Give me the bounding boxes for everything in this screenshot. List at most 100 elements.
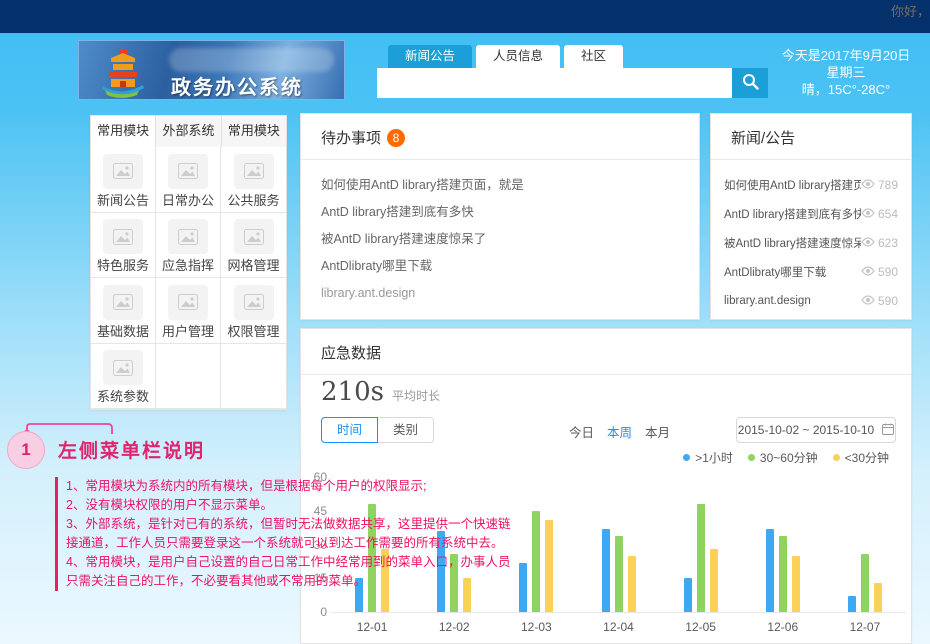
image-placeholder-icon — [103, 219, 143, 254]
image-placeholder-icon — [234, 154, 274, 189]
views-number: 623 — [878, 236, 898, 250]
annotation-note-0: 1、常用模块为系统内的所有模块，但是根据每个用户的权限显示; — [66, 477, 520, 496]
image-placeholder-icon — [168, 285, 208, 320]
app-window: 你好， 政务办公系统 新闻公告人员信息社区 — [0, 0, 930, 644]
eye-icon — [861, 265, 875, 279]
sidebar-module-label: 基础数据 — [97, 324, 149, 340]
chart-x-axis — [331, 612, 906, 613]
sidebar-tab-bar: 常用模块外部系统常用模块 — [91, 116, 286, 147]
search-icon — [742, 73, 759, 93]
image-placeholder-icon — [103, 285, 143, 320]
sidebar-module-label: 应急指挥 — [162, 258, 214, 274]
news-item-4[interactable]: library.ant.design 590 — [724, 286, 898, 315]
eye-icon — [861, 178, 875, 192]
bar-series0-12-04 — [602, 529, 610, 612]
header-tab-1[interactable]: 人员信息 — [476, 45, 560, 68]
sidebar-module-7[interactable]: 用户管理 — [156, 278, 221, 344]
bar-series0-12-05 — [684, 578, 692, 612]
news-view-count: 590 — [861, 294, 898, 308]
sidebar-module-0[interactable]: 新闻公告 — [91, 147, 156, 213]
sidebar-module-label: 用户管理 — [162, 324, 214, 340]
annotation-title: 左侧菜单栏说明 — [58, 436, 205, 463]
sidebar-module-6[interactable]: 基础数据 — [91, 278, 156, 344]
weather-line: 晴，15C°-28C° — [770, 81, 922, 98]
bar-series0-12-07 — [848, 596, 856, 612]
news-item-0[interactable]: 如何使用AntD library搭建页面789 — [724, 170, 898, 199]
x-tick-label: 12-06 — [753, 620, 813, 634]
news-item-1[interactable]: AntD library搭建到底有多快654 — [724, 199, 898, 228]
todo-count-badge: 8 — [387, 129, 405, 147]
views-number: 590 — [878, 265, 898, 279]
todo-item-1[interactable]: AntD library搭建到底有多快 — [321, 199, 679, 226]
news-view-count: 590 — [861, 265, 898, 279]
annotation-note-1: 2、没有模块权限的用户不显示菜单。 — [66, 496, 520, 515]
news-item-title: library.ant.design — [724, 295, 811, 307]
date-weather-info: 今天是2017年9月20日 星期三 晴，15C°-28C° — [770, 47, 922, 98]
y-tick-label: 0 — [301, 605, 327, 619]
logo-banner[interactable]: 政务办公系统 — [78, 40, 345, 100]
sidebar-modules-card: 常用模块外部系统常用模块 新闻公告日常办公公共服务特色服务应急指挥网格管理基础数… — [90, 115, 287, 410]
views-number: 654 — [878, 207, 898, 221]
todo-header: 待办事项 8 — [301, 114, 699, 160]
top-navbar: 你好， — [0, 0, 930, 33]
news-view-count: 623 — [861, 236, 898, 250]
sidebar-module-4[interactable]: 应急指挥 — [156, 213, 221, 279]
news-view-count: 654 — [861, 207, 898, 221]
image-placeholder-icon — [103, 350, 143, 385]
date-line: 今天是2017年9月20日 — [770, 47, 922, 64]
sidebar-module-label: 公共服务 — [227, 193, 279, 209]
news-item-title: AntDlibraty哪里下载 — [724, 264, 826, 280]
annotation-note-3: 4、常用模块，是用户自己设置的自己日常工作中经常用到的菜单入口，办事人员只需关注… — [66, 553, 520, 591]
news-item-3[interactable]: AntDlibraty哪里下载 590 — [724, 257, 898, 286]
app-title: 政务办公系统 — [171, 71, 303, 100]
todo-item-0[interactable]: 如何使用AntD library搭建页面，就是 — [321, 172, 679, 199]
news-title: 新闻/公告 — [731, 130, 795, 147]
header-tab-2[interactable]: 社区 — [564, 45, 623, 68]
views-number: 590 — [878, 294, 898, 308]
sidebar-module-label: 日常办公 — [162, 193, 214, 209]
x-tick-label: 12-04 — [589, 620, 649, 634]
sidebar-tab-0[interactable]: 常用模块 — [91, 116, 156, 147]
sidebar-module-grid: 新闻公告日常办公公共服务特色服务应急指挥网格管理基础数据用户管理权限管理系统参数 — [91, 147, 286, 409]
sidebar-module-3[interactable]: 特色服务 — [91, 213, 156, 279]
sidebar-module-1[interactable]: 日常办公 — [156, 147, 221, 213]
todo-card: 待办事项 8 如何使用AntD library搭建页面，就是AntD librar… — [300, 113, 700, 320]
todo-item-2[interactable]: 被AntD library搭建速度惊呆了 — [321, 226, 679, 253]
sidebar-module-label: 网格管理 — [227, 258, 279, 274]
sidebar-module-9[interactable]: 系统参数 — [91, 344, 156, 410]
search-bar — [377, 68, 768, 98]
todo-list: 如何使用AntD library搭建页面，就是AntD library搭建到底有… — [301, 160, 699, 319]
image-placeholder-icon — [168, 154, 208, 189]
annotation-number-circle: 1 — [7, 431, 45, 469]
sidebar-tab-1[interactable]: 外部系统 — [156, 116, 221, 147]
eye-icon — [861, 236, 875, 250]
x-tick-label: 12-07 — [835, 620, 895, 634]
todo-title: 待办事项 — [321, 130, 381, 147]
sidebar-module-8[interactable]: 权限管理 — [221, 278, 286, 344]
bar-series0-12-03 — [519, 563, 527, 613]
search-button[interactable] — [732, 68, 768, 98]
gov-building-icon — [95, 46, 147, 100]
sidebar-module-2[interactable]: 公共服务 — [221, 147, 286, 213]
header-tab-0[interactable]: 新闻公告 — [388, 45, 472, 68]
x-tick-label: 12-03 — [506, 620, 566, 634]
search-input[interactable] — [377, 68, 732, 98]
todo-item-3[interactable]: AntDlibraty哪里下载 — [321, 253, 679, 280]
news-view-count: 789 — [861, 178, 898, 192]
redacted-text-blur — [169, 48, 334, 72]
bar-series1-12-04 — [615, 536, 623, 613]
bar-series1-12-07 — [861, 554, 869, 613]
news-list: 如何使用AntD library搭建页面789AntD library搭建到底有… — [711, 160, 911, 325]
annotation-note-2: 3、外部系统，是针对已有的系统，但暂时无法做数据共享，这里提供一个快速链接通道，… — [66, 515, 520, 553]
annotation-notes: 1、常用模块为系统内的所有模块，但是根据每个用户的权限显示;2、没有模块权限的用… — [55, 477, 520, 591]
bar-series2-12-07 — [874, 583, 882, 612]
news-item-2[interactable]: 被AntD library搭建速度惊呆了623 — [724, 228, 898, 257]
news-header: 新闻/公告 — [711, 114, 911, 160]
image-placeholder-icon — [168, 219, 208, 254]
sidebar-tab-2[interactable]: 常用模块 — [222, 116, 286, 147]
todo-item-4[interactable]: library.ant.design — [321, 280, 679, 307]
bar-series2-12-03 — [545, 520, 553, 612]
user-greeting: 你好， — [891, 1, 930, 20]
views-number: 789 — [878, 178, 898, 192]
sidebar-module-5[interactable]: 网格管理 — [221, 213, 286, 279]
